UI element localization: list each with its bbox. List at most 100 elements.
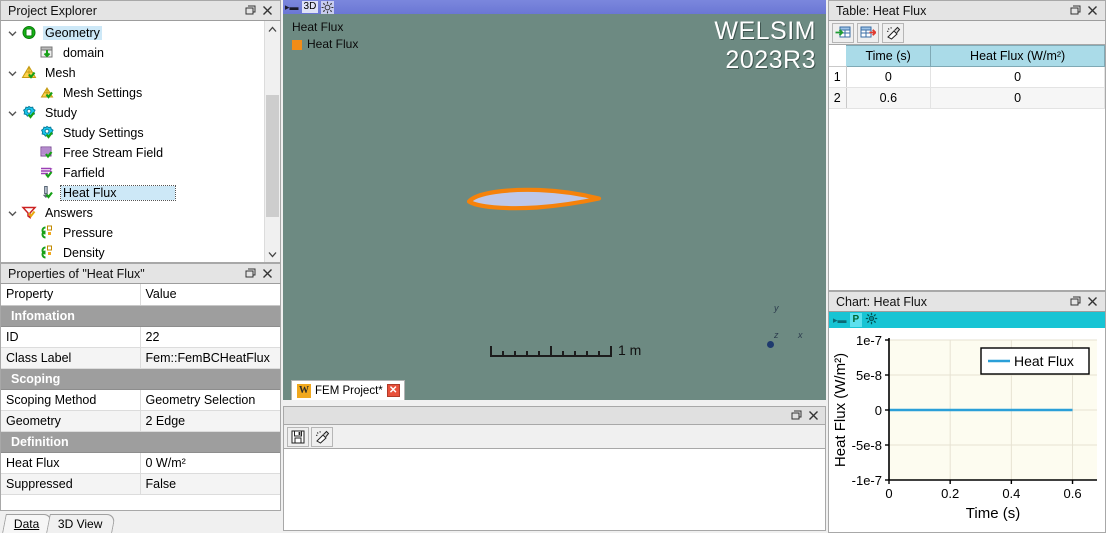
import-table-button[interactable] [832, 22, 854, 43]
axis-triad-widget[interactable]: y z x [752, 299, 812, 355]
tree-item-free-stream-field[interactable]: Free Stream Field [1, 143, 264, 163]
properties-row-value[interactable]: 0 W/m² [140, 452, 280, 474]
chart-x-ticklabel: 0.2 [941, 486, 959, 501]
close-icon[interactable] [1084, 2, 1101, 19]
tree-item-answers[interactable]: Answers [1, 203, 264, 223]
properties-row-value[interactable]: Geometry Selection [140, 389, 280, 411]
chart-panel-title: Chart: Heat Flux [836, 294, 928, 309]
chart-xlabel: Time (s) [966, 505, 1020, 522]
welsim-logo-icon: W [297, 383, 311, 398]
properties-grid-container[interactable]: Property Value Infomation ID 22 Class Label Fe… [0, 284, 281, 511]
properties-tab-3d-view[interactable]: 3D View [46, 514, 117, 533]
output-text-area[interactable] [283, 449, 826, 531]
mesh-icon [21, 65, 39, 81]
table-row[interactable]: 2 0.6 0 [829, 87, 1105, 109]
float-icon[interactable] [1067, 293, 1084, 310]
gear-icon[interactable] [321, 0, 335, 14]
properties-row[interactable]: Scoping Method Geometry Selection [1, 389, 280, 411]
tree-item-study[interactable]: Study [1, 103, 264, 123]
viewport-tab-fem-project[interactable]: W FEM Project* ✕ [291, 380, 405, 400]
chart-x-ticklabel: 0.4 [1002, 486, 1020, 501]
study-settings-icon [39, 125, 57, 141]
chevron-down-icon[interactable] [3, 24, 21, 42]
float-icon[interactable] [242, 265, 259, 282]
tree-item-study-settings[interactable]: Study Settings [1, 123, 264, 143]
properties-group-row: Infomation [1, 305, 280, 327]
domain-icon [39, 45, 57, 61]
close-icon[interactable]: ✕ [386, 384, 400, 397]
tree-item-pressure[interactable]: Pressure [1, 223, 264, 243]
properties-row-value[interactable]: False [140, 473, 280, 495]
tree-item-mesh[interactable]: Mesh [1, 63, 264, 83]
float-icon[interactable] [788, 407, 805, 424]
scroll-down-icon[interactable] [265, 246, 280, 262]
chart-toolbar: ▸▬ P [828, 312, 1106, 328]
chevron-down-icon[interactable] [3, 64, 21, 82]
output-panel-titlebar [283, 406, 826, 425]
float-icon[interactable] [242, 2, 259, 19]
legend-swatch [292, 39, 302, 50]
table-cell[interactable]: 0 [930, 66, 1105, 88]
tree-item-geometry[interactable]: Geometry [1, 23, 264, 43]
table-cell[interactable]: 0 [846, 66, 932, 88]
watermark-line-1: WELSIM [714, 17, 816, 45]
scroll-up-icon[interactable] [265, 21, 280, 37]
tree-item-density[interactable]: Density [1, 243, 264, 262]
close-icon[interactable] [259, 2, 276, 19]
chart-canvas[interactable]: -1e-7 -5e-8 0 5e-8 1e-7 0 0.2 0.4 0.6 Time (s) Hea… [828, 328, 1106, 533]
table-column-header[interactable]: Time (s) [846, 45, 932, 67]
project-tree[interactable]: Geometry domain Mesh Mesh Settings Study Stud… [1, 21, 264, 262]
properties-group-row: Scoping [1, 368, 280, 390]
table-cell[interactable]: 0.6 [846, 87, 932, 109]
chevron-down-icon[interactable] [3, 104, 21, 122]
properties-row-value[interactable]: Fem::FemBCHeatFlux [140, 347, 280, 369]
watermark-line-2: 2023R3 [725, 46, 816, 74]
viewport-canvas[interactable]: Heat Flux Heat Flux WELSIM 2023R3 1 m y … [283, 14, 826, 379]
tree-item-heat-flux[interactable]: Heat Flux [1, 183, 264, 203]
properties-row[interactable]: Suppressed False [1, 473, 280, 495]
chart-p-button[interactable]: P [849, 313, 863, 327]
chevron-down-icon[interactable] [3, 204, 21, 222]
close-icon[interactable] [805, 407, 822, 424]
table-cell[interactable]: 0 [930, 87, 1105, 109]
tree-item-domain[interactable]: domain [1, 43, 264, 63]
save-output-button[interactable] [287, 426, 309, 447]
viewport-legend-title: Heat Flux [292, 20, 344, 34]
properties-row[interactable]: ID 22 [1, 326, 280, 348]
tree-scrollbar-thumb[interactable] [266, 95, 279, 217]
properties-row-value[interactable]: 22 [140, 326, 280, 348]
study-icon [21, 105, 39, 121]
table-toolbar [828, 21, 1106, 45]
tree-item-farfield[interactable]: Farfield [1, 163, 264, 183]
properties-tabstrip[interactable]: Data 3D View [0, 511, 281, 533]
float-icon[interactable] [1067, 2, 1084, 19]
clear-output-button[interactable] [311, 426, 333, 447]
tree-item-mesh-settings[interactable]: Mesh Settings [1, 83, 264, 103]
close-icon[interactable] [1084, 293, 1101, 310]
project-tree-container[interactable]: Geometry domain Mesh Mesh Settings Study Stud… [0, 21, 281, 263]
gear-icon[interactable] [865, 312, 878, 328]
table-grid-container[interactable]: Time (s) Heat Flux (W/m²) 1 0 0 2 0.6 0 [828, 45, 1106, 291]
tree-scrollbar[interactable] [264, 21, 280, 262]
properties-row[interactable]: Class Label Fem::FemBCHeatFlux [1, 347, 280, 369]
airfoil-geometry[interactable] [466, 182, 603, 219]
table-panel-title: Table: Heat Flux [836, 3, 927, 18]
answers-icon [21, 205, 39, 221]
properties-row[interactable]: Geometry 2 Edge [1, 410, 280, 432]
viewport-titlebar: ▸▬ 3D [283, 0, 826, 14]
pin-icon[interactable]: ▸▬ [285, 2, 299, 12]
tree-item-label: Answers [45, 206, 93, 220]
export-table-button[interactable] [857, 22, 879, 43]
viewport-tabstrip[interactable]: W FEM Project* ✕ [283, 379, 826, 400]
table-column-header[interactable]: Heat Flux (W/m²) [930, 45, 1105, 67]
welsim-watermark: WELSIM 2023R3 [714, 17, 816, 75]
viewport-legend: Heat Flux Heat Flux [292, 19, 358, 53]
result-icon [39, 225, 57, 241]
chart-y-ticklabel: -1e-7 [852, 473, 882, 488]
properties-row[interactable]: Heat Flux 0 W/m² [1, 452, 280, 474]
properties-row-value[interactable]: 2 Edge [140, 410, 280, 432]
clear-table-button[interactable] [882, 22, 904, 43]
close-icon[interactable] [259, 265, 276, 282]
grip-icon[interactable]: ▸▬ [833, 315, 847, 326]
table-row[interactable]: 100 [829, 66, 1105, 88]
